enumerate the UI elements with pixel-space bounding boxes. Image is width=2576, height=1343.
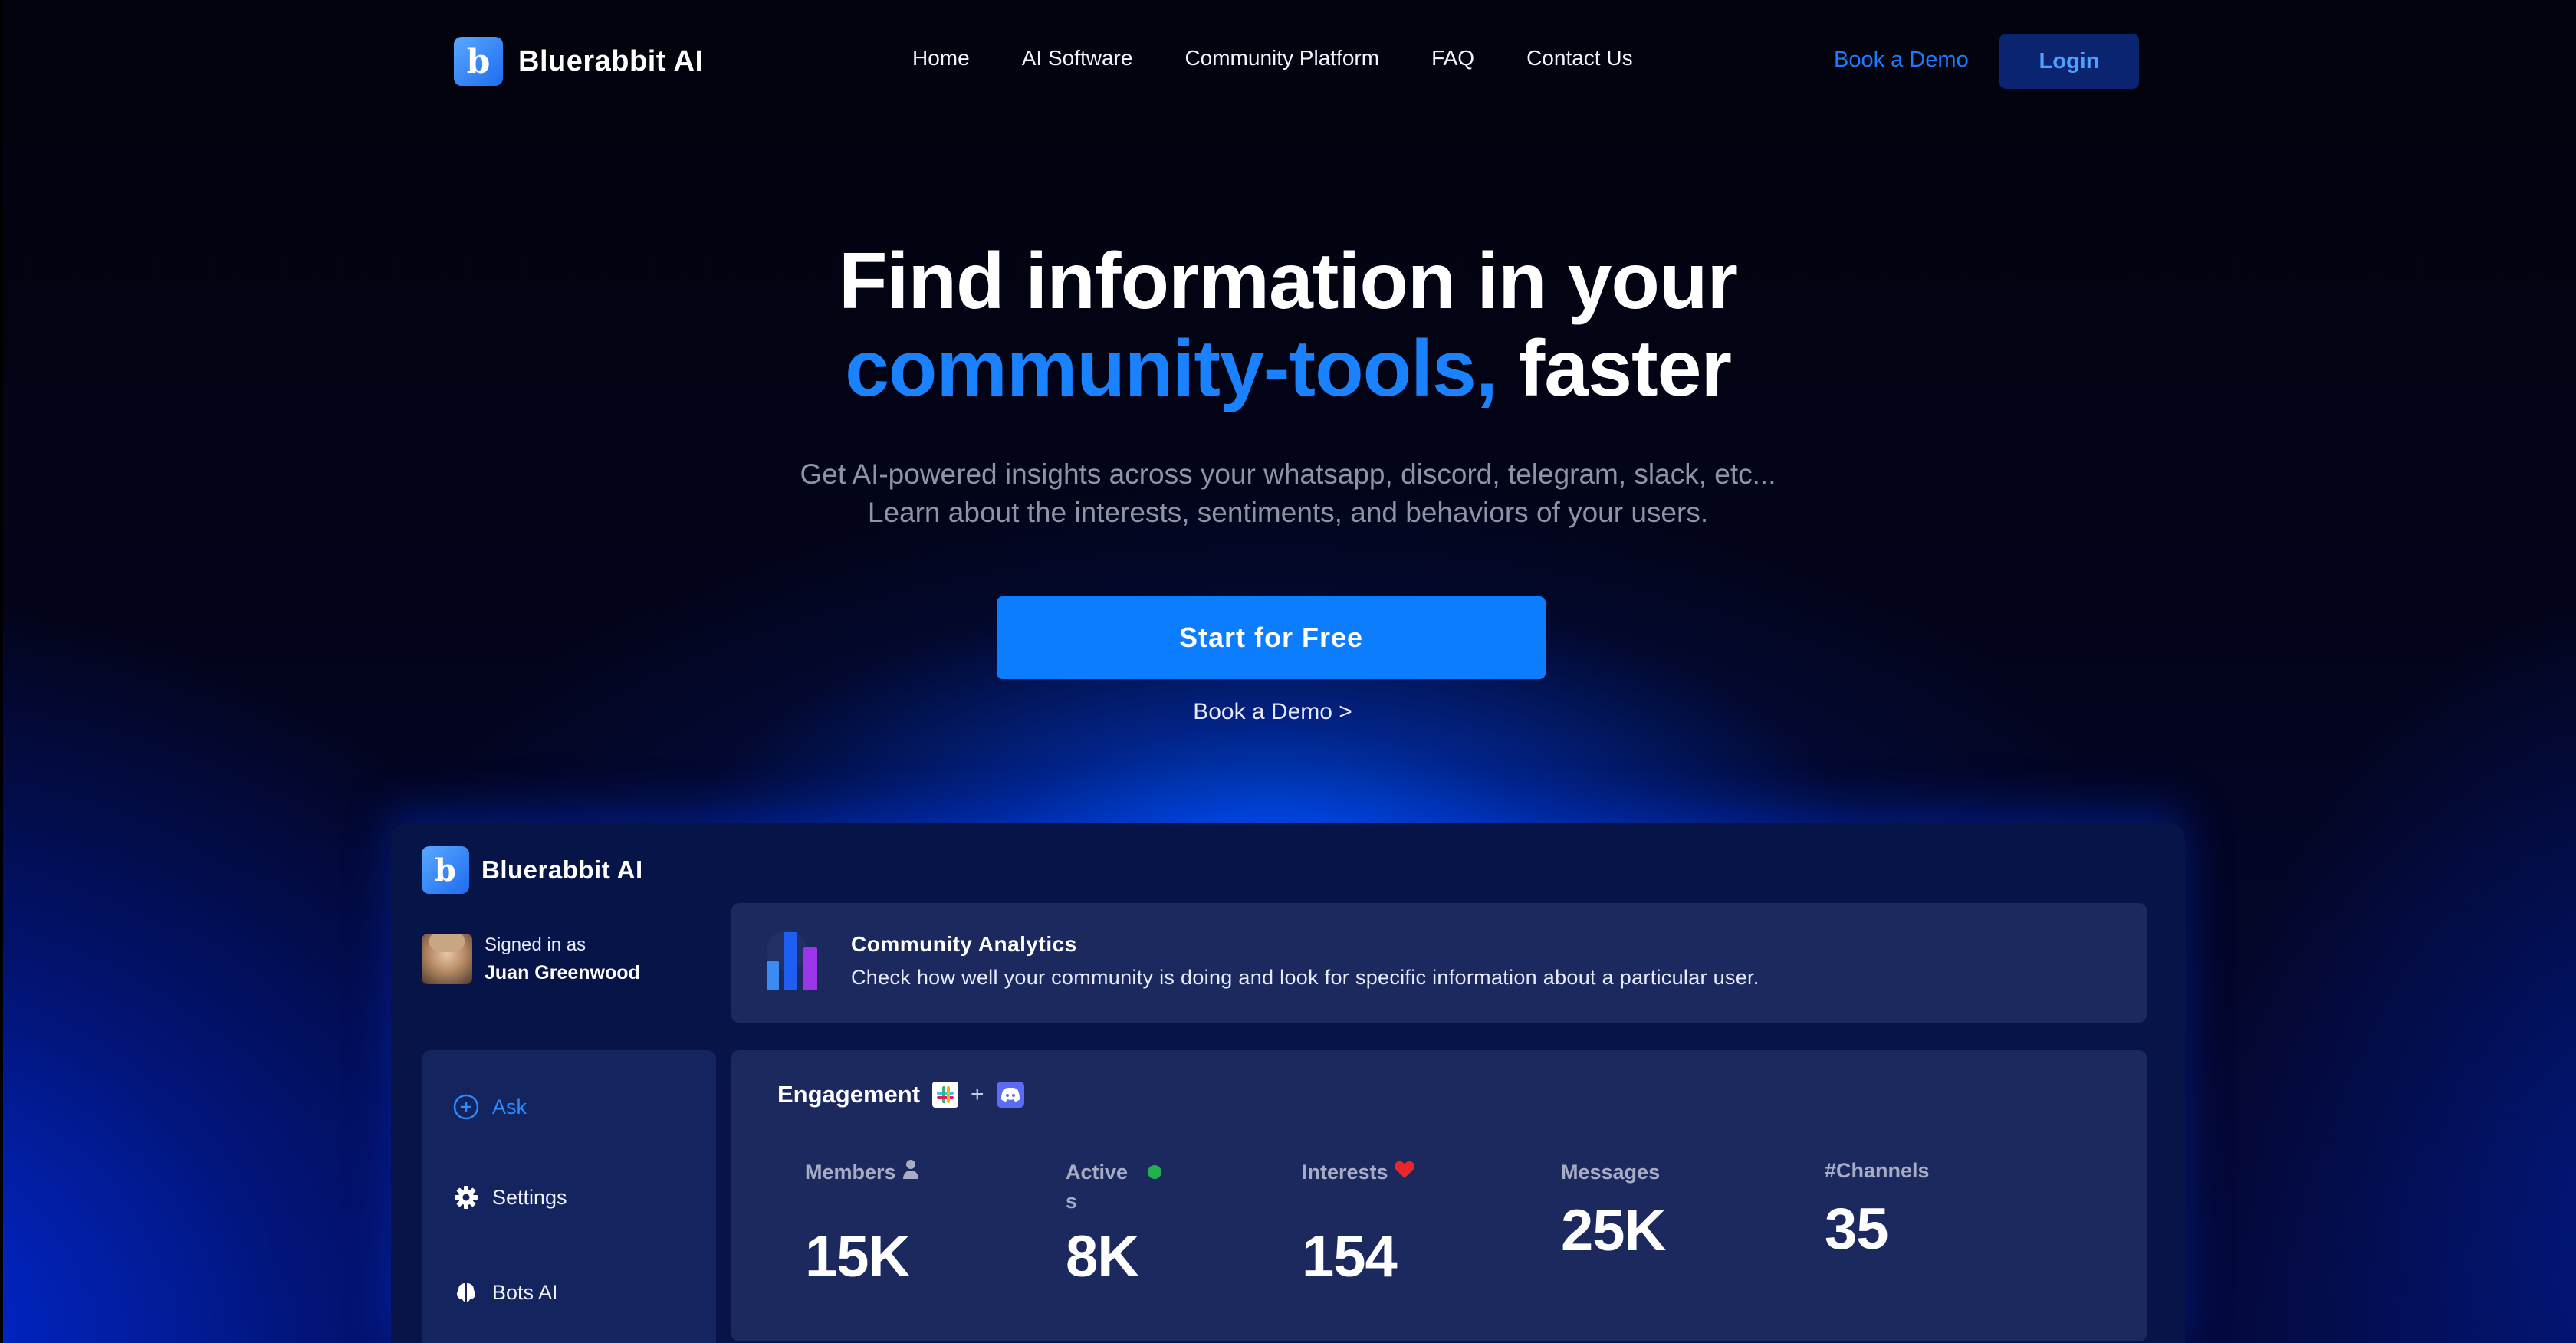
stat-members: Members 15K bbox=[805, 1157, 919, 1289]
avatar bbox=[422, 934, 472, 984]
signed-in-user: Signed in as Juan Greenwood bbox=[422, 934, 640, 984]
stat-value: 25K bbox=[1561, 1198, 1666, 1263]
brain-icon bbox=[452, 1279, 480, 1306]
green-dot-icon bbox=[1148, 1165, 1162, 1179]
stat-messages: Messages 25K bbox=[1561, 1157, 1666, 1263]
nav-link-community-platform[interactable]: Community Platform bbox=[1184, 46, 1379, 71]
nav-link-contact-us[interactable]: Contact Us bbox=[1526, 46, 1633, 71]
analytics-description: Check how well your community is doing a… bbox=[851, 966, 1760, 989]
nav-link-ai-software[interactable]: AI Software bbox=[1022, 46, 1133, 71]
engagement-title: Engagement bbox=[777, 1081, 921, 1108]
stat-label-text: Messages bbox=[1561, 1161, 1661, 1184]
hero-book-demo-link[interactable]: Book a Demo > bbox=[0, 699, 2545, 725]
analytics-title: Community Analytics bbox=[851, 932, 1077, 956]
engagement-header: Engagement + bbox=[777, 1081, 1024, 1108]
hero-title-line2: community-tools, faster bbox=[0, 325, 2576, 412]
discord-icon bbox=[996, 1082, 1024, 1108]
plus-sign: + bbox=[971, 1082, 984, 1107]
nav-links: Home AI Software Community Platform FAQ … bbox=[912, 46, 1633, 71]
brand-name: Bluerabbit AI bbox=[518, 44, 704, 77]
login-button[interactable]: Login bbox=[1999, 34, 2139, 89]
stat-label-text: Members bbox=[805, 1161, 896, 1184]
stat-actives: Active s 8K bbox=[1066, 1157, 1162, 1289]
bluerabbit-logo-icon: b bbox=[454, 37, 503, 86]
nav-link-faq[interactable]: FAQ bbox=[1431, 46, 1474, 71]
stat-value: 35 bbox=[1825, 1197, 1889, 1262]
stat-value: 15K bbox=[805, 1224, 910, 1289]
user-name: Juan Greenwood bbox=[485, 961, 640, 983]
heart-icon bbox=[1394, 1157, 1414, 1187]
sidebar-item-settings[interactable]: Settings bbox=[452, 1184, 567, 1211]
user-icon bbox=[902, 1157, 919, 1187]
landing-page: b Bluerabbit AI Home AI Software Communi… bbox=[0, 0, 2576, 1343]
stat-interests: Interests 154 bbox=[1302, 1157, 1414, 1289]
sidebar-item-label: Bots AI bbox=[492, 1280, 558, 1304]
bar-chart-icon bbox=[764, 931, 825, 992]
sidebar-item-label: Settings bbox=[492, 1185, 567, 1209]
signed-in-label: Signed in as bbox=[485, 934, 586, 955]
community-analytics-card[interactable]: Community Analytics Check how well your … bbox=[731, 903, 2147, 1023]
hero-title: Find information in your community-tools… bbox=[0, 238, 2576, 412]
stat-label-text: Active bbox=[1066, 1161, 1129, 1184]
stat-value: 154 bbox=[1302, 1224, 1398, 1289]
nav-link-home[interactable]: Home bbox=[912, 46, 970, 71]
slack-icon bbox=[932, 1082, 959, 1108]
stat-label: Members bbox=[805, 1157, 919, 1187]
stat-label-wrap: s bbox=[1066, 1187, 1162, 1216]
window-edge bbox=[0, 0, 3, 1343]
dashboard-brand: b Bluerabbit AI bbox=[422, 846, 643, 894]
top-nav: b Bluerabbit AI Home AI Software Communi… bbox=[0, 0, 2576, 123]
hero-subtitle-line2: Learn about the interests, sentiments, a… bbox=[867, 497, 1709, 528]
sidebar-item-bots-ai[interactable]: Bots AI bbox=[452, 1279, 558, 1306]
hero-title-tail: faster bbox=[1518, 324, 1732, 413]
dashboard-preview: b Bluerabbit AI Signed in as Juan Greenw… bbox=[391, 823, 2185, 1343]
dashboard-sidebar: Ask Settings Bots AI bbox=[422, 1050, 716, 1343]
brand[interactable]: b Bluerabbit AI bbox=[454, 37, 704, 86]
plus-circle-icon bbox=[452, 1093, 480, 1121]
stat-label-text: #Channels bbox=[1825, 1159, 1930, 1182]
start-for-free-button[interactable]: Start for Free bbox=[997, 596, 1546, 679]
engagement-card: Engagement + Members 15K Active s 8K Int… bbox=[731, 1050, 2147, 1341]
stat-label: #Channels bbox=[1825, 1156, 1930, 1185]
stat-value: 8K bbox=[1066, 1224, 1139, 1289]
sidebar-item-ask[interactable]: Ask bbox=[452, 1093, 527, 1121]
book-demo-link[interactable]: Book a Demo bbox=[1834, 48, 1969, 73]
signed-in-text: Signed in as Juan Greenwood bbox=[485, 934, 640, 984]
bluerabbit-logo-icon: b bbox=[422, 846, 469, 894]
hero-title-accent: community-tools, bbox=[845, 324, 1498, 413]
hero-title-line1: Find information in your bbox=[839, 237, 1738, 326]
stat-label-text-wrap: s bbox=[1066, 1190, 1078, 1213]
stat-label: Messages bbox=[1561, 1157, 1660, 1187]
hero-subtitle-line1: Get AI-powered insights across your what… bbox=[800, 458, 1776, 490]
sidebar-item-label: Ask bbox=[492, 1095, 527, 1118]
hero-subtitle: Get AI-powered insights across your what… bbox=[0, 455, 2576, 532]
stat-channels: #Channels 35 bbox=[1825, 1156, 1930, 1262]
stat-label-text: Interests bbox=[1302, 1161, 1388, 1184]
stat-label: Active bbox=[1066, 1157, 1162, 1187]
stat-label: Interests bbox=[1302, 1157, 1414, 1187]
gear-icon bbox=[452, 1184, 480, 1211]
dashboard-brand-name: Bluerabbit AI bbox=[481, 855, 643, 884]
